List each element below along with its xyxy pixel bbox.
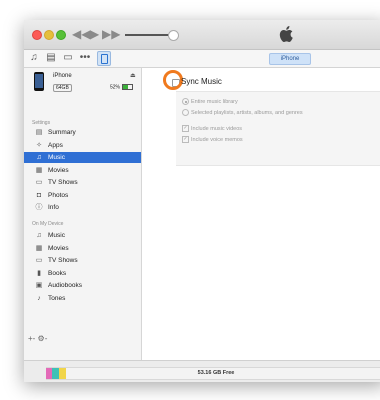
sidebar-item-label: Books	[48, 269, 67, 277]
title-bar: ◀◀ ▶ ▶▶	[24, 20, 380, 50]
sync-music-label: Sync Music	[181, 77, 222, 86]
entire-library-radio[interactable]: Entire music library	[182, 98, 238, 105]
tv-icon[interactable]: ▭	[62, 52, 74, 64]
sidebar-item-label: Tones	[48, 294, 66, 302]
volume-slider[interactable]	[125, 34, 171, 36]
free-space-label: 53.16 GB Free	[197, 370, 235, 376]
sidebar-item-label: Movies	[48, 166, 69, 174]
sidebar-item-label: Music	[48, 154, 65, 161]
sidebar-item-photos[interactable]: ◘ Photos	[24, 190, 141, 201]
sidebar: iPhone ⏏ 64GB 52% Settings ▤ Summary ✧ Apps…	[24, 68, 142, 360]
tv-icon: ▭	[35, 257, 43, 264]
audiobook-icon: ▣	[35, 282, 43, 289]
info-icon: ⓘ	[35, 204, 43, 211]
apps-icon: ✧	[36, 141, 42, 149]
music-note-icon[interactable]: ♫	[28, 52, 40, 64]
close-window-button[interactable]	[32, 30, 42, 40]
on-device-section-header: On My Device	[32, 221, 64, 227]
battery-status: 52%	[110, 84, 134, 91]
sidebar-item-label: TV Shows	[48, 257, 78, 264]
device-item-tones[interactable]: ♪ Tones	[24, 293, 141, 304]
device-name: iPhone	[53, 73, 72, 79]
iphone-icon	[101, 54, 108, 64]
sidebar-item-info[interactable]: ⓘ Info	[24, 202, 141, 213]
sidebar-item-summary[interactable]: ▤ Summary	[24, 127, 141, 138]
device-item-tv-shows[interactable]: ▭ TV Shows	[24, 255, 141, 266]
summary-icon: ▤	[35, 129, 43, 136]
battery-percent: 52%	[110, 84, 121, 91]
sidebar-footer-controls[interactable]: +- ⚙-	[28, 334, 47, 343]
storage-capacity-bar: 53.16 GB Free	[46, 367, 380, 380]
music-settings-panel: Sync Music Entire music library Selected…	[142, 68, 380, 360]
device-item-music[interactable]: ♫ Music	[24, 230, 141, 241]
movie-icon[interactable]: ▤	[45, 52, 57, 64]
more-icon[interactable]: •••	[79, 52, 91, 64]
iphone-icon	[34, 72, 44, 91]
sidebar-item-tv-shows[interactable]: ▭ TV Shows	[24, 177, 141, 188]
device-info[interactable]: iPhone ⏏ 64GB 52%	[24, 68, 141, 102]
battery-icon	[122, 84, 134, 90]
eject-icon[interactable]: ⏏	[130, 72, 136, 79]
rewind-icon[interactable]: ◀◀	[72, 27, 90, 41]
sidebar-item-label: Movies	[48, 244, 69, 252]
device-item-audiobooks[interactable]: ▣ Audiobooks	[24, 280, 141, 291]
sidebar-item-label: Audiobooks	[48, 282, 82, 289]
device-item-movies[interactable]: ▦ Movies	[24, 243, 141, 254]
sidebar-item-label: Summary	[48, 129, 76, 136]
sidebar-item-label: Info	[48, 204, 59, 211]
sidebar-item-label: Apps	[48, 141, 63, 149]
apple-logo-icon	[279, 26, 293, 42]
selected-items-radio[interactable]: Selected playlists, artists, albums, and…	[182, 109, 303, 116]
sidebar-item-apps[interactable]: ✧ Apps	[24, 140, 141, 151]
storage-bar-area: 53.16 GB Free	[24, 360, 380, 382]
include-videos-checkbox[interactable]: ✓ Include music videos	[182, 125, 242, 132]
volume-slider-knob[interactable]	[168, 30, 179, 41]
film-icon: ▦	[35, 166, 43, 174]
media-navbar: ♫ ▤ ▭ ••• iPhone	[24, 50, 380, 68]
tv-icon: ▭	[35, 179, 43, 186]
sidebar-item-label: Music	[48, 232, 65, 239]
sidebar-item-movies[interactable]: ▦ Movies	[24, 165, 141, 176]
settings-section-header: Settings	[32, 120, 51, 126]
music-note-icon: ♫	[36, 232, 42, 239]
itunes-window: ◀◀ ▶ ▶▶ ♫ ▤ ▭ ••• iPhone iPhone ⏏ 64GB 5…	[24, 20, 380, 382]
minimize-window-button[interactable]	[44, 30, 54, 40]
books-icon: ▮	[37, 269, 41, 277]
device-item-books[interactable]: ▮ Books	[24, 268, 141, 279]
include-memos-checkbox[interactable]: ✓ Include voice memos	[182, 136, 243, 143]
zoom-window-button[interactable]	[56, 30, 66, 40]
sidebar-item-music[interactable]: ♫ Music	[24, 152, 141, 163]
sidebar-item-label: Photos	[48, 191, 69, 199]
device-button[interactable]	[97, 51, 111, 66]
film-icon: ▦	[35, 244, 43, 252]
camera-icon: ◘	[36, 191, 42, 199]
sidebar-item-label: TV Shows	[48, 179, 78, 186]
fast-forward-icon[interactable]: ▶▶	[102, 27, 120, 41]
play-icon[interactable]: ▶	[90, 27, 99, 41]
highlight-circle	[163, 70, 183, 90]
sync-options: Entire music library Selected playlists,…	[176, 91, 380, 166]
device-capacity: 64GB	[53, 84, 72, 92]
bell-icon: ♪	[37, 294, 41, 302]
music-note-icon: ♫	[36, 154, 42, 161]
device-tab[interactable]: iPhone	[269, 53, 311, 65]
